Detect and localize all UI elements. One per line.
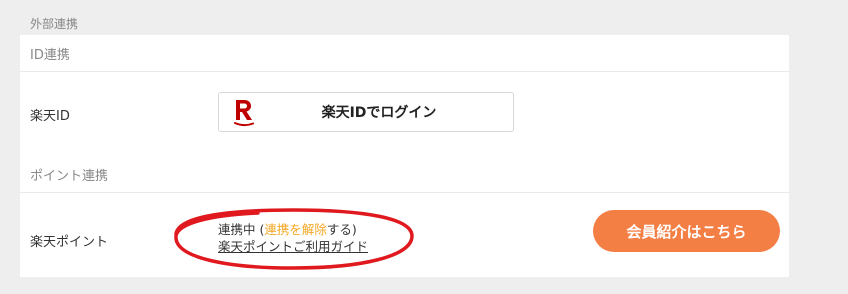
point-link-subheading: ポイント連携 xyxy=(20,157,789,193)
rakuten-point-label: 楽天ポイント xyxy=(30,235,109,250)
rakuten-id-login-button[interactable]: 楽天IDでログイン xyxy=(218,92,514,132)
login-button-label: 楽天IDでログイン xyxy=(321,105,437,121)
external-links-page: 外部連携 ID連携 楽天ID 楽天IDでログイン ポイント連携 楽天ポイント 連… xyxy=(0,0,848,294)
id-link-subheading: ID連携 xyxy=(20,35,789,72)
status-prefix: 連携中 ( xyxy=(218,222,265,237)
external-links-panel: ID連携 楽天ID 楽天IDでログイン ポイント連携 楽天ポイント 連携中 (連… xyxy=(20,35,789,277)
point-guide-link[interactable]: 楽天ポイントご利用ガイド xyxy=(218,239,368,254)
section-heading: 外部連携 xyxy=(30,17,79,31)
rakuten-id-label: 楽天ID xyxy=(30,109,70,124)
point-link-status: 連携中 (連携を解除する) 楽天ポイントご利用ガイド xyxy=(218,221,368,255)
rakuten-r-logo-icon xyxy=(234,100,254,127)
unlink-link[interactable]: 連携を解除 xyxy=(264,222,327,237)
member-referral-button[interactable]: 会員紹介はこちら xyxy=(593,210,780,252)
status-suffix: する) xyxy=(326,222,357,237)
status-line: 連携中 (連携を解除する) xyxy=(218,221,368,238)
